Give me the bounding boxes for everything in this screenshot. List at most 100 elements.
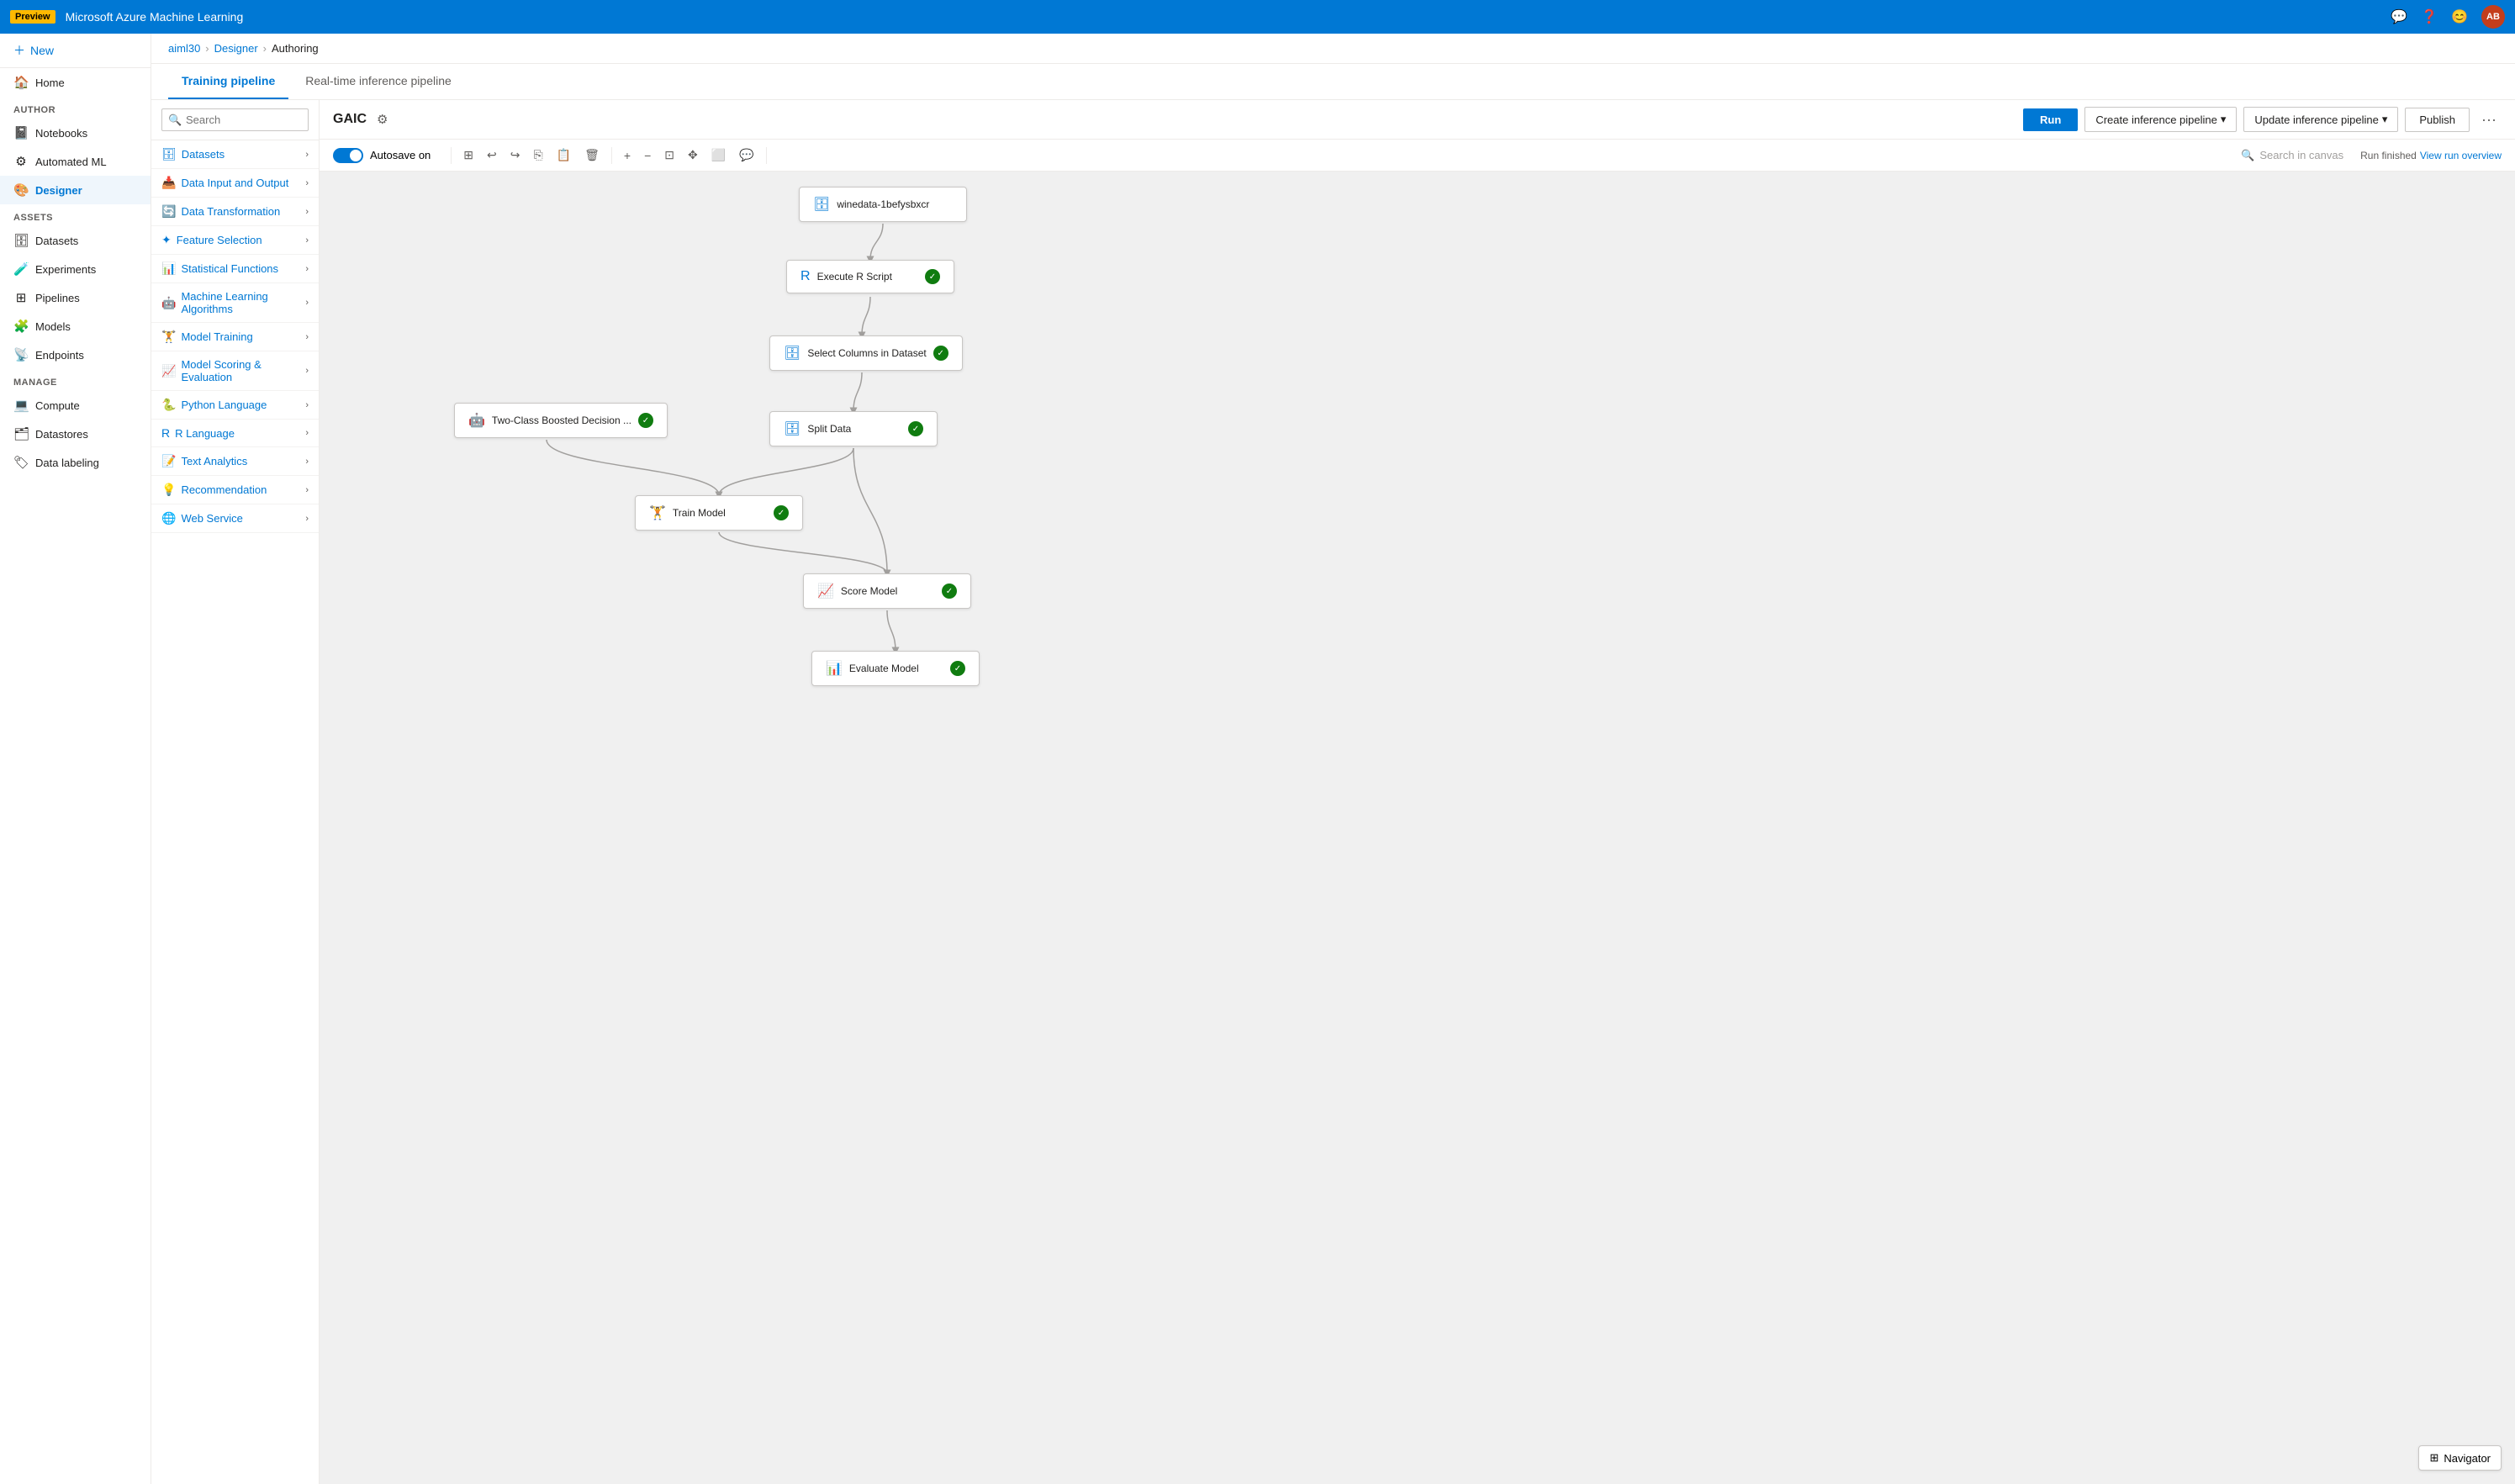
pipeline-tabs: Training pipeline Real-time inference pi…	[151, 64, 2515, 100]
zoom-in-button[interactable]: +	[619, 145, 636, 166]
manage-section-label: Manage	[0, 369, 151, 391]
help-icon[interactable]: ❓	[2421, 8, 2438, 25]
node-label-evaluate-model: Evaluate Model	[849, 663, 919, 674]
cat-chevron-text-analytics: ›	[305, 457, 309, 467]
module-category-ml-algorithms[interactable]: 🤖 Machine Learning Algorithms ›	[151, 283, 319, 323]
canvas-search: 🔍 Search in canvas	[2241, 149, 2343, 162]
grid-view-button[interactable]: ⊞	[458, 145, 478, 166]
cat-chevron-statistical-functions: ›	[305, 264, 309, 274]
node-execute-r[interactable]: R Execute R Script ✓	[786, 260, 954, 293]
breadcrumb-sep1: ›	[205, 42, 209, 55]
cat-label-recommendation: Recommendation	[181, 483, 267, 496]
node-score-model[interactable]: 📈 Score Model ✓	[803, 573, 971, 609]
app-title: Microsoft Azure Machine Learning	[66, 10, 2391, 24]
module-category-recommendation[interactable]: 💡 Recommendation ›	[151, 476, 319, 504]
delete-button[interactable]: 🗑	[579, 145, 605, 166]
module-category-text-analytics[interactable]: 📝 Text Analytics ›	[151, 447, 319, 476]
avatar[interactable]: AB	[2481, 5, 2505, 29]
pipeline-settings-button[interactable]: ⚙	[377, 112, 388, 127]
module-category-statistical-functions[interactable]: 📊 Statistical Functions ›	[151, 255, 319, 283]
cat-label-text-analytics: Text Analytics	[181, 455, 247, 467]
node-evaluate-model[interactable]: 📊 Evaluate Model ✓	[811, 651, 980, 686]
toolbar-divider-2	[611, 147, 612, 164]
designer-icon: 🎨	[13, 182, 29, 198]
autosave-switch[interactable]	[333, 148, 363, 163]
module-category-feature-selection[interactable]: ✦ Feature Selection ›	[151, 226, 319, 255]
sidebar-item-automated-ml[interactable]: ⚙ Automated ML	[0, 147, 151, 176]
module-category-model-training[interactable]: 🏋 Model Training ›	[151, 323, 319, 351]
sidebar-item-data-labeling[interactable]: 🏷 Data labeling	[0, 448, 151, 477]
sidebar-item-home[interactable]: 🏠 Home	[0, 68, 151, 97]
toolbar-divider-1	[451, 147, 452, 164]
node-label-score-model: Score Model	[841, 585, 897, 597]
canvas-search-placeholder: Search in canvas	[2259, 149, 2343, 161]
user-icon[interactable]: 😊	[2451, 8, 2468, 25]
new-button[interactable]: ＋ New	[0, 34, 151, 68]
sidebar-item-compute[interactable]: 💻 Compute	[0, 391, 151, 420]
sidebar-item-datasets[interactable]: 🗄 Datasets	[0, 226, 151, 255]
notebooks-icon: 📓	[13, 125, 29, 140]
tab-realtime-inference[interactable]: Real-time inference pipeline	[292, 64, 465, 99]
copy-button[interactable]: ⎘	[528, 145, 547, 166]
sidebar-item-endpoints[interactable]: 📡 Endpoints	[0, 341, 151, 369]
paste-button[interactable]: 📋	[552, 145, 576, 166]
cat-chevron-model-training: ›	[305, 332, 309, 342]
publish-button[interactable]: Publish	[2405, 108, 2470, 132]
run-button[interactable]: Run	[2023, 108, 2078, 131]
pan-button[interactable]: ✥	[683, 145, 703, 166]
module-category-datasets[interactable]: 🗄 Datasets ›	[151, 140, 319, 169]
sidebar-item-experiments[interactable]: 🧪 Experiments	[0, 255, 151, 283]
module-category-data-input-output[interactable]: 📥 Data Input and Output ›	[151, 169, 319, 198]
fit-button[interactable]: ⊡	[659, 145, 679, 166]
breadcrumb-current: Authoring	[272, 42, 319, 55]
node-label-select-columns: Select Columns in Dataset	[807, 347, 926, 359]
node-status-two-class: ✓	[638, 413, 653, 428]
chat-icon[interactable]: 💬	[2391, 8, 2407, 25]
sidebar-item-datastores[interactable]: 🗂 Datastores	[0, 420, 151, 448]
datasets-sidebar-icon: 🗄	[13, 233, 29, 248]
redo-button[interactable]: ↪	[505, 145, 526, 166]
preview-badge: Preview	[10, 10, 55, 24]
update-inference-button[interactable]: Update inference pipeline ▾	[2243, 107, 2398, 132]
node-train-model[interactable]: 🏋 Train Model ✓	[635, 495, 803, 531]
node-select-columns[interactable]: 🗄 Select Columns in Dataset ✓	[769, 335, 963, 371]
node-icon-evaluate-model: 📊	[826, 660, 843, 677]
select-button[interactable]: ⬜	[706, 145, 731, 166]
models-icon: 🧩	[13, 319, 29, 334]
node-split-data[interactable]: 🗄 Split Data ✓	[769, 411, 938, 446]
sidebar-item-designer[interactable]: 🎨 Designer	[0, 176, 151, 204]
module-category-model-scoring[interactable]: 📈 Model Scoring & Evaluation ›	[151, 351, 319, 391]
module-category-r-language[interactable]: R R Language ›	[151, 420, 319, 447]
cat-label-model-training: Model Training	[181, 330, 252, 343]
module-category-data-transformation[interactable]: 🔄 Data Transformation ›	[151, 198, 319, 226]
breadcrumb-parent[interactable]: Designer	[214, 42, 258, 55]
create-inference-button[interactable]: Create inference pipeline ▾	[2084, 107, 2237, 132]
node-label-execute-r: Execute R Script	[817, 271, 892, 283]
module-search-input[interactable]	[161, 108, 309, 131]
sidebar-item-models[interactable]: 🧩 Models	[0, 312, 151, 341]
module-category-python-language[interactable]: 🐍 Python Language ›	[151, 391, 319, 420]
node-two-class[interactable]: 🤖 Two-Class Boosted Decision ... ✓	[454, 403, 668, 438]
cat-label-datasets: Datasets	[182, 148, 225, 161]
zoom-out-button[interactable]: −	[639, 145, 656, 166]
undo-button[interactable]: ↩	[482, 145, 502, 166]
cat-icon-text-analytics: 📝	[161, 454, 176, 468]
cat-label-feature-selection: Feature Selection	[177, 234, 262, 246]
breadcrumb-root[interactable]: aiml30	[168, 42, 200, 55]
sidebar-item-pipelines[interactable]: ⊞ Pipelines	[0, 283, 151, 312]
sidebar-item-notebooks[interactable]: 📓 Notebooks	[0, 119, 151, 147]
chevron-down-icon-2: ▾	[2382, 113, 2388, 126]
view-run-link[interactable]: View run overview	[2420, 150, 2502, 161]
comment-button[interactable]: 💬	[734, 145, 758, 166]
node-winedata[interactable]: 🗄 winedata-1befysbxcr	[799, 187, 967, 222]
pipeline-canvas[interactable]: 🗄 winedata-1befysbxcr R Execute R Script…	[320, 172, 2515, 1484]
cat-chevron-datasets: ›	[305, 150, 309, 160]
tab-training-pipeline[interactable]: Training pipeline	[168, 64, 288, 99]
more-options-button[interactable]: ···	[2476, 108, 2502, 132]
module-category-web-service[interactable]: 🌐 Web Service ›	[151, 504, 319, 533]
sidebar: ＋ New 🏠 Home Author 📓 Notebooks ⚙ Automa…	[0, 34, 151, 1484]
module-panel: 🔍 🗄 Datasets › 📥 Data Input and Output ›…	[151, 100, 320, 1484]
navigator-button[interactable]: ⊞ Navigator	[2418, 1445, 2502, 1471]
run-status: Run finished	[2360, 150, 2417, 161]
author-section-label: Author	[0, 97, 151, 119]
